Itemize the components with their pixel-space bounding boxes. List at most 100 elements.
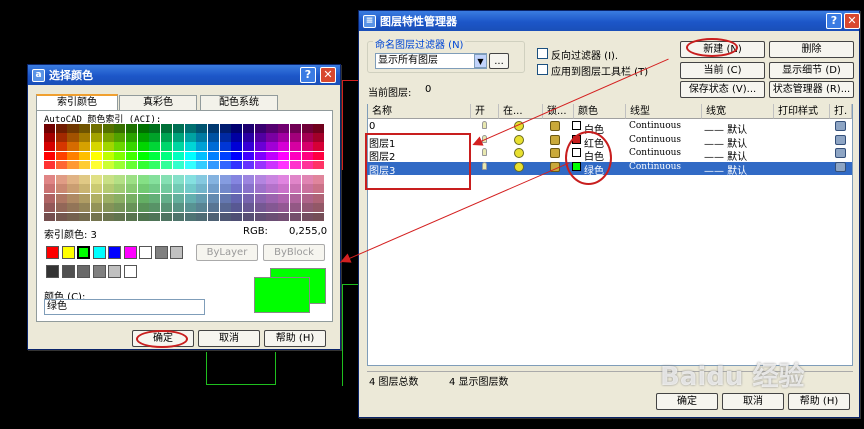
aci-color-cell[interactable] bbox=[243, 142, 255, 151]
aci-color-cell[interactable] bbox=[149, 175, 161, 184]
aci-color-cell[interactable] bbox=[149, 142, 161, 151]
aci-color-cell[interactable] bbox=[125, 151, 138, 161]
aci-color-cell[interactable] bbox=[289, 184, 301, 194]
aci-color-cell[interactable] bbox=[301, 142, 313, 151]
aci-color-cell[interactable] bbox=[90, 142, 102, 151]
aci-color-cell[interactable] bbox=[207, 203, 219, 212]
close-icon[interactable]: ✕ bbox=[844, 13, 860, 29]
aci-color-cell[interactable] bbox=[266, 124, 278, 133]
aci-color-cell[interactable] bbox=[90, 175, 102, 184]
current-button[interactable]: 当前 (C) bbox=[680, 62, 765, 79]
cancel-button[interactable]: 取消 bbox=[198, 330, 260, 347]
aci-color-cell[interactable] bbox=[161, 160, 173, 170]
aci-color-cell[interactable] bbox=[114, 184, 126, 194]
aci-color-cell[interactable] bbox=[55, 175, 67, 184]
aci-color-cell[interactable] bbox=[184, 124, 196, 133]
aci-color-cell[interactable] bbox=[125, 175, 138, 184]
aci-color-cell[interactable] bbox=[243, 212, 255, 222]
aci-color-cell[interactable] bbox=[102, 193, 114, 203]
aci-color-cell[interactable] bbox=[102, 160, 114, 170]
aci-color-cell[interactable] bbox=[161, 203, 173, 212]
help-icon[interactable]: ? bbox=[826, 13, 842, 29]
aci-color-cell[interactable] bbox=[278, 212, 290, 222]
aci-color-cell[interactable] bbox=[79, 133, 91, 142]
aci-color-cell[interactable] bbox=[55, 142, 67, 151]
aci-color-cell[interactable] bbox=[44, 160, 56, 170]
aci-color-cell[interactable] bbox=[219, 175, 231, 184]
aci-color-cell[interactable] bbox=[44, 124, 56, 133]
aci-color-cell[interactable] bbox=[79, 203, 91, 212]
aci-color-cell[interactable] bbox=[114, 124, 126, 133]
tab-index-color[interactable]: 索引颜色 bbox=[36, 94, 118, 110]
aci-color-cell[interactable] bbox=[137, 212, 149, 222]
aci-color-cell[interactable] bbox=[266, 151, 278, 161]
aci-color-cell[interactable] bbox=[102, 203, 114, 212]
aci-color-cell[interactable] bbox=[114, 203, 126, 212]
aci-color-cell[interactable] bbox=[172, 160, 184, 170]
aci-color-cell[interactable] bbox=[289, 160, 301, 170]
aci-color-cell[interactable] bbox=[172, 203, 184, 212]
column-header-color[interactable]: 颜色 bbox=[574, 104, 626, 119]
aci-color-cell[interactable] bbox=[289, 133, 301, 142]
aci-color-cell[interactable] bbox=[313, 175, 325, 184]
gray-color-swatch[interactable] bbox=[77, 265, 90, 278]
gray-color-swatch[interactable] bbox=[123, 265, 137, 278]
aci-color-cell[interactable] bbox=[55, 212, 67, 222]
aci-color-cell[interactable] bbox=[254, 212, 266, 222]
aci-color-cell[interactable] bbox=[55, 193, 67, 203]
aci-color-cell[interactable] bbox=[278, 160, 290, 170]
aci-color-cell[interactable] bbox=[243, 160, 255, 170]
aci-color-cell[interactable] bbox=[301, 212, 313, 222]
aci-color-cell[interactable] bbox=[219, 133, 231, 142]
aci-color-cell[interactable] bbox=[137, 142, 149, 151]
aci-color-cell[interactable] bbox=[266, 203, 278, 212]
ok-button[interactable]: 确定 bbox=[656, 393, 718, 410]
aci-color-cell[interactable] bbox=[301, 193, 313, 203]
aci-color-cell[interactable] bbox=[172, 124, 184, 133]
aci-color-cell[interactable] bbox=[196, 175, 208, 184]
aci-color-cell[interactable] bbox=[196, 193, 208, 203]
aci-color-cell[interactable] bbox=[161, 212, 173, 222]
aci-color-cell[interactable] bbox=[289, 151, 301, 161]
aci-color-cell[interactable] bbox=[254, 184, 266, 194]
help-icon[interactable]: ? bbox=[300, 67, 316, 83]
aci-color-cell[interactable] bbox=[289, 193, 301, 203]
standard-color-swatch[interactable] bbox=[108, 246, 121, 259]
aci-color-cell[interactable] bbox=[278, 203, 290, 212]
aci-color-cell[interactable] bbox=[231, 151, 243, 161]
aci-color-cell[interactable] bbox=[219, 212, 231, 222]
aci-color-cell[interactable] bbox=[243, 184, 255, 194]
chevron-down-icon[interactable]: ▼ bbox=[474, 54, 487, 68]
aci-color-cell[interactable] bbox=[55, 133, 67, 142]
filter-browse-button[interactable]: ... bbox=[489, 53, 509, 69]
aci-color-cell[interactable] bbox=[172, 142, 184, 151]
column-header-plotstyle[interactable]: 打印样式 bbox=[774, 104, 830, 119]
aci-color-cell[interactable] bbox=[184, 151, 196, 161]
aci-color-cell[interactable] bbox=[278, 184, 290, 194]
aci-color-cell[interactable] bbox=[149, 124, 161, 133]
aci-color-cell[interactable] bbox=[289, 124, 301, 133]
standard-color-swatch[interactable] bbox=[46, 246, 59, 259]
aci-color-cell[interactable] bbox=[301, 203, 313, 212]
aci-color-cell[interactable] bbox=[161, 175, 173, 184]
aci-color-cell[interactable] bbox=[243, 124, 255, 133]
aci-color-cell[interactable] bbox=[125, 184, 138, 194]
aci-color-cell[interactable] bbox=[79, 151, 91, 161]
gray-color-swatch[interactable] bbox=[92, 265, 106, 278]
aci-color-cell[interactable] bbox=[137, 175, 149, 184]
aci-color-cell[interactable] bbox=[207, 124, 219, 133]
aci-color-cell[interactable] bbox=[301, 133, 313, 142]
aci-color-cell[interactable] bbox=[254, 151, 266, 161]
aci-color-cell[interactable] bbox=[231, 160, 243, 170]
lock-icon[interactable] bbox=[550, 121, 560, 131]
aci-color-cell[interactable] bbox=[137, 160, 149, 170]
aci-color-cell[interactable] bbox=[161, 151, 173, 161]
aci-color-cell[interactable] bbox=[231, 142, 243, 151]
aci-color-cell[interactable] bbox=[90, 184, 102, 194]
help-button[interactable]: 帮助 (H) bbox=[788, 393, 850, 410]
aci-color-cell[interactable] bbox=[254, 133, 266, 142]
aci-color-cell[interactable] bbox=[137, 184, 149, 194]
aci-color-cell[interactable] bbox=[67, 142, 79, 151]
save-state-button[interactable]: 保存状态 (V)... bbox=[680, 81, 765, 98]
aci-color-cell[interactable] bbox=[67, 133, 79, 142]
